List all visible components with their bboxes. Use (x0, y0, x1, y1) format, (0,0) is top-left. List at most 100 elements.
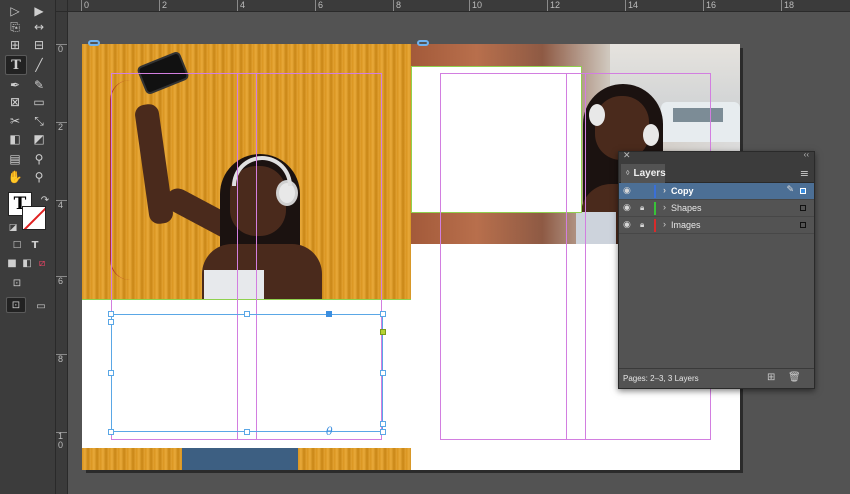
layer-name: Images (671, 220, 701, 230)
eyedropper-tool-icon[interactable]: ⚲ (30, 150, 48, 168)
ruler-tick-label: 8 (58, 354, 64, 364)
panel-footer: Pages: 2–3, 3 Layers ⊞ 🗑︎ (619, 368, 814, 388)
layer-row-shapes[interactable]: ◉ 🔒︎ › Shapes (619, 200, 814, 217)
frame-handle[interactable] (380, 370, 386, 376)
horizontal-ruler[interactable]: 0 2 4 6 8 10 12 14 16 18 (68, 0, 850, 12)
tab-layers-label: Layers (633, 168, 666, 179)
ruler-tick-label: 0 (84, 0, 90, 10)
default-fill-stroke-icon[interactable]: ◪ (4, 219, 22, 237)
preview-mode-icon[interactable]: ▭ (32, 297, 50, 315)
out-port-icon[interactable]: θ (326, 425, 333, 438)
frame-handle[interactable] (380, 429, 386, 435)
apply-none-icon[interactable]: ⧄ (33, 254, 51, 272)
lock-icon[interactable]: 🔒︎ (640, 203, 644, 213)
layer-color-swatch (654, 202, 656, 215)
layer-name: Copy (671, 186, 694, 196)
ruler-tick-label: 2 (58, 122, 64, 132)
frame-handle[interactable] (244, 429, 250, 435)
new-layer-icon[interactable]: ⊞ (767, 372, 775, 383)
close-icon[interactable]: ✕ (623, 150, 631, 161)
panel-menu-icon[interactable]: ≡ (800, 167, 809, 180)
zoom-tool-icon[interactable]: ⚲ (30, 168, 48, 186)
line-tool-icon[interactable]: ╱ (30, 56, 48, 74)
pen-tool-icon[interactable]: ✒ (6, 76, 24, 94)
ruler-tick-label: 8 (396, 0, 402, 10)
rectangle-tool-icon[interactable]: ▭ (30, 93, 48, 111)
frame-handle[interactable] (108, 311, 114, 317)
photo-jeans (182, 448, 298, 470)
frame-handle[interactable] (108, 429, 114, 435)
layer-color-swatch (654, 219, 656, 232)
page-tool-icon[interactable]: ⎘ (6, 18, 24, 36)
page-shadow (86, 470, 743, 473)
selection-indicator-icon[interactable] (800, 205, 806, 211)
pencil-tool-icon[interactable]: ✎ (30, 76, 48, 94)
chevron-right-icon[interactable]: › (663, 185, 666, 195)
layer-name: Shapes (671, 203, 702, 213)
hand-tool-icon[interactable]: ✋ (6, 168, 24, 186)
type-tool-icon[interactable]: T (5, 55, 27, 75)
formatting-container-icon[interactable]: □ (8, 236, 26, 254)
ruler-tick-label: 12 (550, 0, 561, 10)
pages-layers-status: Pages: 2–3, 3 Layers (623, 374, 699, 383)
eye-icon[interactable]: ◉ (623, 186, 631, 196)
trash-icon[interactable]: 🗑︎ (788, 372, 801, 383)
ruler-tick-label: 0 (58, 44, 64, 54)
frame-handle[interactable] (244, 311, 250, 317)
vertical-ruler[interactable]: 0 2 4 6 8 1 0 (56, 12, 68, 494)
free-transform-tool-icon[interactable]: ⤡ (30, 112, 48, 130)
stroke-swatch[interactable] (22, 206, 46, 230)
ruler-tick-label: 6 (318, 0, 324, 10)
ruler-tick-label: 18 (784, 0, 795, 10)
selection-indicator-icon[interactable] (800, 222, 806, 228)
eye-icon[interactable]: ◉ (623, 220, 631, 230)
ruler-tick-label: 16 (706, 0, 717, 10)
frame-handle[interactable] (108, 319, 114, 325)
column-guide (585, 73, 586, 440)
layers-panel: ✕ ‹‹ ◊ Layers ≡ ◉ › Copy ✎ ◉ 🔒︎ › Shapes (618, 150, 815, 389)
frame-handle[interactable] (108, 370, 114, 376)
link-icon[interactable] (88, 40, 100, 46)
frame-handle[interactable] (380, 421, 386, 427)
pencil-icon: ✎ (786, 185, 794, 195)
gradient-feather-tool-icon[interactable]: ◩ (30, 130, 48, 148)
normal-view-icon[interactable]: ⊡ (6, 297, 26, 313)
tools-panel: ▷ ▶ ⎘ ↔ ⊞ ⊟ T ╱ ✒ ✎ ⊠ ▭ ✂ ⤡ ◧ ◩ ▤ ⚲ ✋ ⚲ … (0, 0, 56, 494)
content-collector-icon[interactable]: ⊞ (6, 36, 24, 54)
chevron-right-icon[interactable]: › (663, 219, 666, 229)
column-guide (566, 73, 567, 440)
indesign-workspace: ▷ ▶ ⎘ ↔ ⊞ ⊟ T ╱ ✒ ✎ ⊠ ▭ ✂ ⤡ ◧ ◩ ▤ ⚲ ✋ ⚲ … (0, 0, 850, 494)
ruler-tick-label: 1 0 (58, 431, 64, 450)
scissors-tool-icon[interactable]: ✂ (6, 112, 24, 130)
swap-fill-stroke-icon[interactable]: ↷ (36, 191, 54, 209)
layer-row-copy[interactable]: ◉ › Copy ✎ (619, 183, 814, 200)
panel-titlebar[interactable]: ✕ ‹‹ (619, 150, 814, 162)
lock-icon[interactable]: 🔒︎ (640, 220, 644, 230)
frame-handle[interactable] (380, 311, 386, 317)
note-tool-icon[interactable]: ▤ (6, 150, 24, 168)
ruler-tick-label: 6 (58, 276, 64, 286)
selection-indicator-icon[interactable] (800, 188, 806, 194)
eye-icon[interactable]: ◉ (623, 203, 631, 213)
tab-grip-icon: ◊ (626, 170, 630, 177)
layer-row-images[interactable]: ◉ 🔒︎ › Images (619, 217, 814, 234)
selected-text-frame[interactable] (111, 314, 383, 432)
ruler-origin[interactable] (56, 0, 68, 12)
gradient-swatch-tool-icon[interactable]: ◧ (6, 130, 24, 148)
panel-tabbar: ◊ Layers ≡ (619, 162, 814, 183)
rectangle-frame-tool-icon[interactable]: ⊠ (6, 93, 24, 111)
ruler-tick-label: 4 (240, 0, 246, 10)
collapse-panel-icon[interactable]: ‹‹ (804, 150, 809, 159)
layer-color-swatch (654, 185, 656, 198)
gap-tool-icon[interactable]: ↔ (30, 18, 48, 36)
ruler-tick-label: 14 (628, 0, 639, 10)
tab-layers[interactable]: ◊ Layers (621, 164, 666, 183)
formatting-text-icon[interactable]: T (26, 236, 44, 254)
content-indicator-handle[interactable] (380, 329, 386, 335)
chevron-right-icon[interactable]: › (663, 202, 666, 212)
link-icon[interactable] (417, 40, 429, 46)
in-port-handle[interactable] (326, 311, 332, 317)
content-placer-icon[interactable]: ⊟ (30, 36, 48, 54)
ruler-tick-label: 4 (58, 200, 64, 210)
screen-mode-icon[interactable]: ⊡ (8, 274, 26, 292)
